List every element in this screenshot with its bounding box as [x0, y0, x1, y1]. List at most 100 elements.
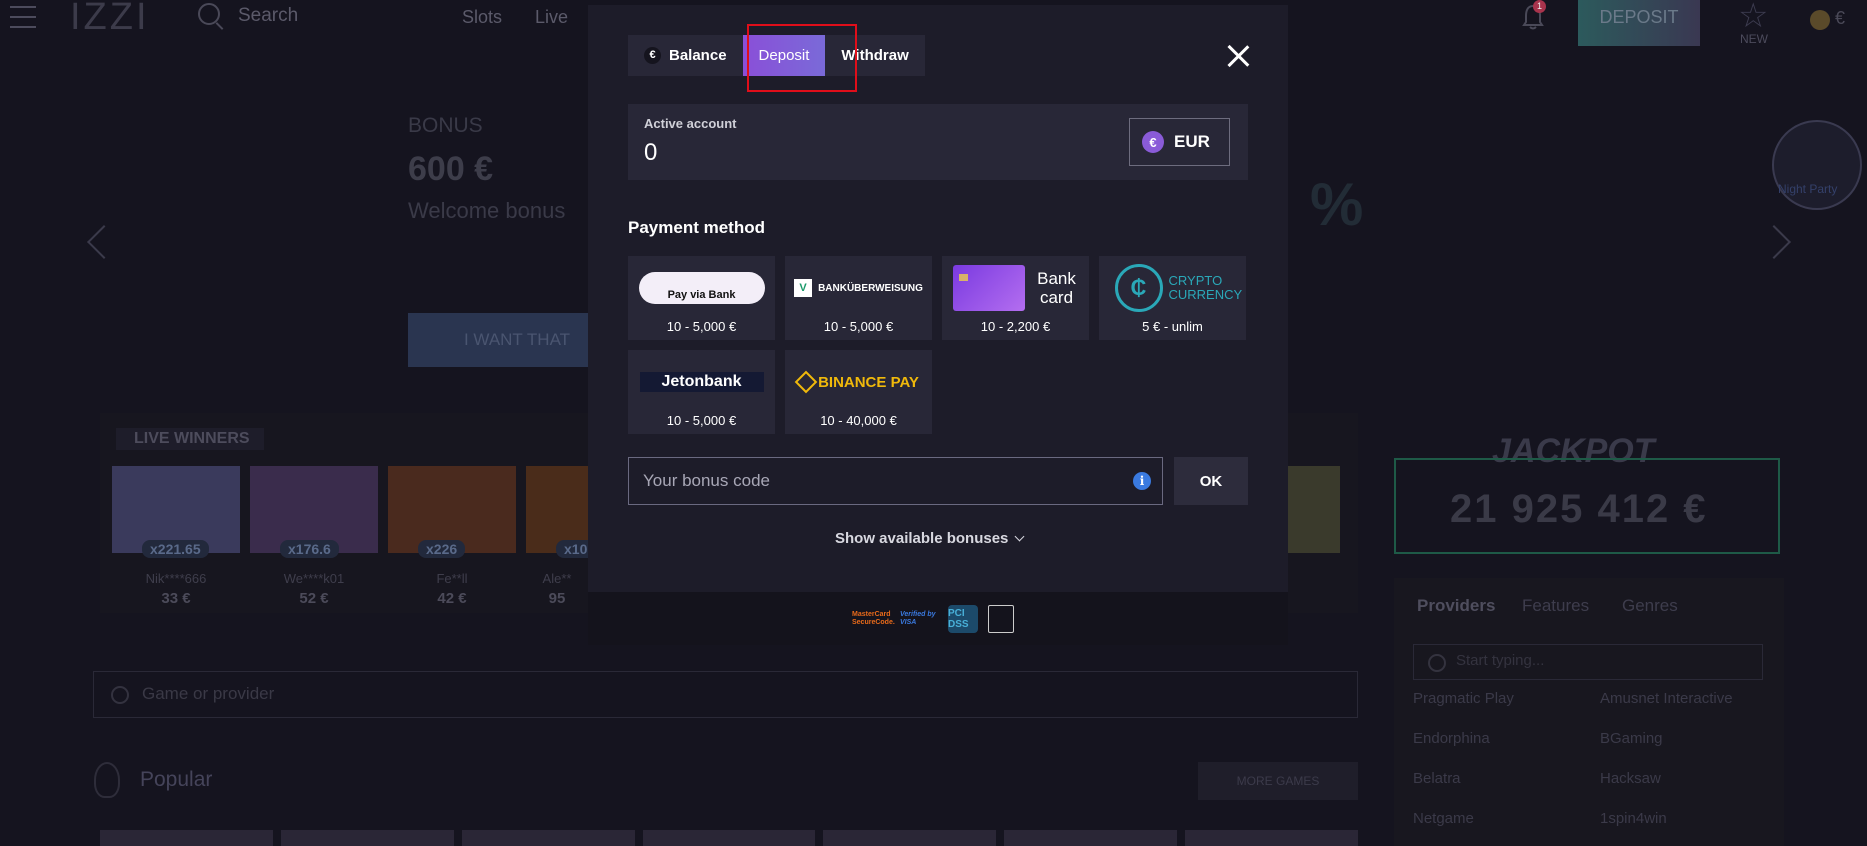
verified-by-visa-logo: Verified by VISA: [900, 611, 936, 626]
modal-tabs: € Balance Deposit Withdraw: [628, 35, 925, 76]
banner-prev-arrow-icon[interactable]: [87, 225, 121, 259]
payment-pay-via-bank[interactable]: Pay via Bank 10 - 5,000 €: [628, 256, 775, 340]
game-thumbnail[interactable]: [1004, 830, 1178, 846]
payment-range: 10 - 2,200 €: [980, 319, 1051, 334]
banner-bonus-amount: 600 €: [408, 150, 494, 188]
tab-providers[interactable]: Providers: [1417, 596, 1495, 616]
info-icon[interactable]: i: [1133, 472, 1151, 490]
tab-deposit[interactable]: Deposit: [742, 35, 826, 76]
winner-name: We****k01: [283, 571, 345, 586]
site-logo[interactable]: IZZI: [70, 0, 150, 39]
banner-bonus-desc: Welcome bonus: [408, 198, 566, 223]
tab-balance-label: Balance: [669, 47, 727, 64]
game-thumbnail[interactable]: [823, 830, 997, 846]
payment-range: 10 - 40,000 €: [820, 413, 897, 428]
tab-balance[interactable]: € Balance: [628, 35, 743, 76]
provider-item[interactable]: 1spin4win: [1600, 810, 1667, 827]
notification-badge: 1: [1533, 0, 1546, 13]
currency-selector[interactable]: € EUR: [1129, 118, 1230, 166]
payment-range: 5 € - unlim: [1142, 319, 1203, 334]
winner-card[interactable]: x226 Fe**ll 42 €: [388, 466, 516, 607]
winner-amount: 95: [548, 590, 566, 607]
show-bonuses-toggle[interactable]: Show available bonuses: [835, 530, 1025, 547]
nav-slots[interactable]: Slots: [462, 7, 502, 28]
game-search-placeholder: Game or provider: [142, 684, 275, 703]
game-thumbnail[interactable]: [100, 830, 273, 846]
payment-binance-pay[interactable]: BINANCE PAY 10 - 40,000 €: [785, 350, 932, 434]
bonus-code-input[interactable]: [628, 457, 1163, 505]
header-deposit-button[interactable]: DEPOSIT: [1578, 0, 1700, 46]
pay-via-bank-logo: Pay via Bank: [638, 272, 765, 304]
search-icon[interactable]: [198, 3, 220, 25]
winner-card-partial[interactable]: [1288, 466, 1340, 553]
tab-withdraw-label: Withdraw: [841, 47, 909, 64]
new-label: NEW: [1740, 32, 1768, 46]
game-thumbnail[interactable]: [280, 830, 454, 846]
search-icon: [111, 686, 129, 704]
game-thumbnails-row: [100, 830, 1359, 846]
bank-card-icon: [952, 265, 1025, 311]
pci-dss-logo: PCI DSS: [948, 605, 978, 633]
banner-bonus-label: BONUS: [408, 114, 483, 137]
apply-bonus-button[interactable]: OK: [1174, 457, 1248, 505]
game-search-input[interactable]: [93, 671, 1358, 718]
flame-icon: [94, 762, 120, 798]
winner-card[interactable]: x176.6 We****k01 52 €: [250, 466, 378, 607]
tab-withdraw[interactable]: Withdraw: [825, 35, 924, 76]
payment-bank-card[interactable]: Bank card 10 - 2,200 €: [942, 256, 1089, 340]
tab-features[interactable]: Features: [1522, 596, 1589, 616]
payment-range: 10 - 5,000 €: [666, 413, 737, 428]
game-thumbnail[interactable]: [461, 830, 635, 846]
nav-live[interactable]: Live: [535, 7, 568, 28]
provider-item[interactable]: Hacksaw: [1600, 770, 1661, 787]
jetonbank-logo: Jetonbank: [639, 372, 764, 392]
active-account-label: Active account: [644, 116, 737, 131]
provider-item[interactable]: Endorphina: [1413, 730, 1490, 747]
winner-multiplier: x226: [418, 540, 466, 558]
euro-icon: €: [644, 47, 661, 64]
provider-search-placeholder: Start typing...: [1456, 652, 1545, 669]
bank-transfer-icon: V: [794, 279, 813, 297]
chevron-down-icon: [1014, 531, 1025, 542]
winner-card[interactable]: x221.65 Nik****666 33 €: [112, 466, 240, 607]
winner-amount: 52 €: [299, 590, 329, 607]
game-thumbnail[interactable]: [1185, 830, 1359, 846]
star-icon[interactable]: ☆: [1738, 0, 1768, 36]
payment-jetonbank[interactable]: Jetonbank 10 - 5,000 €: [628, 350, 775, 434]
coin-currency-icon: €: [1835, 8, 1846, 28]
close-icon[interactable]: [1226, 44, 1250, 68]
provider-item[interactable]: Amusnet Interactive: [1600, 690, 1733, 707]
menu-icon[interactable]: [10, 6, 36, 28]
winner-amount: 42 €: [437, 590, 467, 607]
payment-method-title: Payment method: [628, 218, 765, 237]
crypto-icon: ₵: [1114, 264, 1163, 312]
provider-item[interactable]: BGaming: [1600, 730, 1663, 747]
payment-range: 10 - 5,000 €: [666, 319, 737, 334]
payment-crypto[interactable]: ₵ CRYPTO CURRENCY 5 € - unlim: [1099, 256, 1246, 340]
banner-next-arrow-icon[interactable]: [1757, 225, 1791, 259]
providers-panel: [1394, 578, 1784, 846]
winner-card[interactable]: x10 Ale** 95: [526, 466, 588, 607]
jackpot-value: 21 925 412 €: [1450, 487, 1708, 531]
banner-decoration: %: [1310, 171, 1364, 238]
provider-item[interactable]: Pragmatic Play: [1413, 690, 1514, 707]
tab-genres[interactable]: Genres: [1622, 596, 1678, 616]
mastercard-securecode-logo: MasterCard SecureCode.: [852, 611, 895, 626]
provider-item[interactable]: Netgame: [1413, 810, 1474, 827]
popular-title: Popular: [140, 768, 213, 791]
bank-card-label: Bank card: [1037, 269, 1076, 307]
winner-name: Nik****666: [145, 571, 207, 586]
winner-multiplier: x176.6: [280, 540, 339, 558]
payment-bankueberweisung[interactable]: V BANKÜBERWEISUNG 10 - 5,000 €: [785, 256, 932, 340]
search-label[interactable]: Search: [238, 5, 298, 27]
winner-name: Fe**ll: [436, 571, 468, 586]
currency-label: EUR: [1174, 132, 1210, 151]
winner-name: Ale**: [542, 571, 572, 586]
game-thumbnail[interactable]: [642, 830, 816, 846]
crypto-label: CRYPTO CURRENCY: [1168, 273, 1243, 302]
live-winners-title: LIVE WINNERS: [116, 428, 264, 450]
more-games-button[interactable]: MORE GAMES: [1198, 762, 1358, 800]
night-party-ornament[interactable]: [1772, 120, 1862, 210]
provider-item[interactable]: Belatra: [1413, 770, 1461, 787]
bankueberweisung-logo: BANKÜBERWEISUNG: [818, 282, 923, 294]
